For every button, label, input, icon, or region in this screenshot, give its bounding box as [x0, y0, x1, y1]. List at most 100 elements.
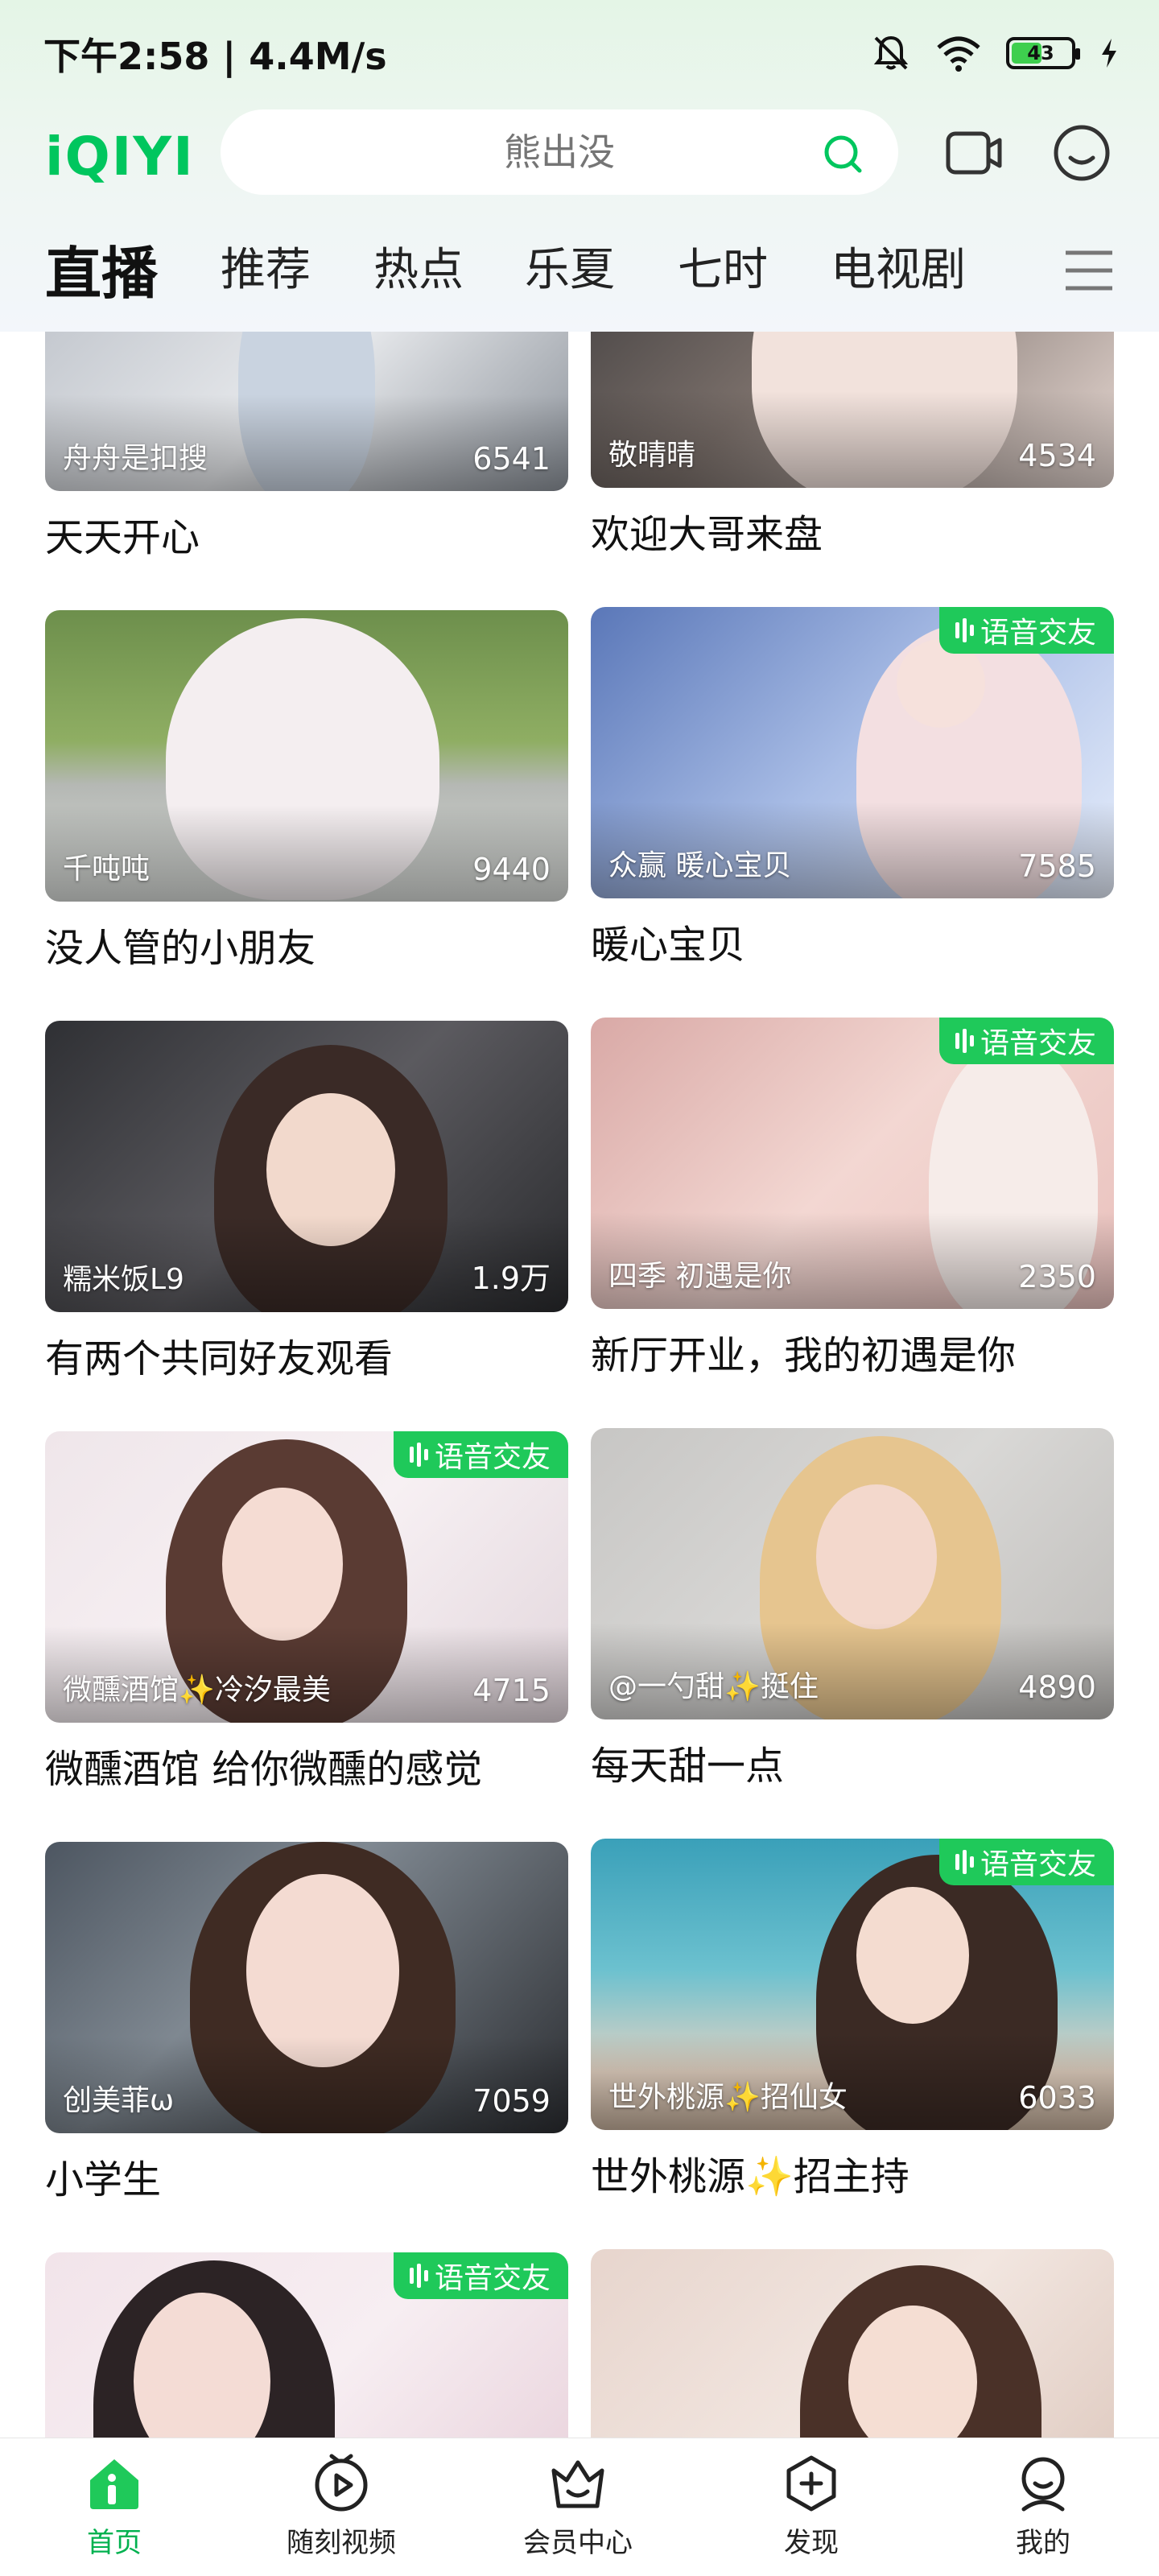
- streamer-name: 微醺酒馆✨冷汐最美: [63, 1674, 331, 1707]
- stream-card[interactable]: [591, 2249, 1114, 2438]
- profile-icon: [1021, 2457, 1065, 2512]
- viewer-count: 7059: [472, 2083, 551, 2119]
- stream-thumbnail: @一勺甜✨挺住 4890: [591, 1428, 1114, 1719]
- viewer-count: 6033: [1018, 2080, 1096, 2116]
- streamer-name: @一勺甜✨挺住: [608, 1670, 819, 1703]
- streamer-name: 四季 初遇是你: [608, 1260, 792, 1293]
- voice-chat-badge: 语音交友: [393, 2252, 568, 2299]
- app-header: iQIYI: [0, 105, 1159, 201]
- tab-live[interactable]: 直播: [45, 229, 158, 310]
- stream-card[interactable]: 语音交友: [45, 2252, 568, 2438]
- stream-card[interactable]: 敬晴晴 4534 欢迎大哥来盘: [591, 332, 1114, 559]
- nav-label: 随刻视频: [287, 2527, 396, 2559]
- viewer-count: 4715: [472, 1673, 551, 1708]
- plus-hexagon-icon: [786, 2455, 836, 2512]
- category-tabs: 直播 推荐 热点 乐夏 七时 电视剧: [0, 233, 1159, 314]
- streamer-name: 世外桃源✨招仙女: [608, 2081, 848, 2114]
- sound-wave-icon: [409, 2264, 428, 2288]
- viewer-count: 4890: [1018, 1670, 1096, 1705]
- streamer-name: 众赢 暖心宝贝: [608, 849, 792, 882]
- voice-chat-label: 语音交友: [434, 2262, 551, 2295]
- stream-title: 暖心宝贝: [591, 923, 746, 968]
- nav-label: 首页: [87, 2527, 142, 2559]
- sound-wave-icon: [955, 618, 974, 642]
- stream-title: 世外桃源✨招主持: [591, 2154, 909, 2199]
- viewer-count: 2350: [1018, 1259, 1096, 1294]
- stream-card[interactable]: 创美菲ω 7059 小学生: [45, 1842, 568, 2204]
- nav-discover[interactable]: 发现: [731, 2453, 892, 2560]
- stream-thumbnail: 糯米饭L9 1.9万: [45, 1021, 568, 1312]
- voice-chat-label: 语音交友: [980, 617, 1096, 650]
- streamer-name: 敬晴晴: [608, 439, 696, 472]
- battery-level: 43: [1027, 42, 1054, 64]
- nav-profile[interactable]: 我的: [963, 2453, 1124, 2560]
- nav-home[interactable]: 首页: [34, 2453, 195, 2560]
- stream-thumbnail: [591, 2249, 1114, 2438]
- nav-label: 我的: [1016, 2527, 1070, 2559]
- voice-chat-badge: 语音交友: [938, 1839, 1114, 1885]
- menu-icon[interactable]: [1064, 248, 1114, 293]
- live-stream-feed: 舟舟是扣搜 6541 天天开心 敬晴晴 4534 欢迎大哥来盘 千吨吨 9440…: [0, 332, 1159, 2438]
- stream-thumbnail: 语音交友: [45, 2252, 568, 2438]
- tab-hot[interactable]: 热点: [373, 233, 464, 299]
- bottom-navigation: 首页 随刻视频 会员中心 发现 我的: [0, 2438, 1159, 2576]
- stream-thumbnail: 敬晴晴 4534: [591, 332, 1114, 488]
- streamer-name: 糯米饭L9: [63, 1263, 184, 1296]
- streamer-name: 舟舟是扣搜: [63, 442, 208, 475]
- play-circle-icon: [315, 2454, 368, 2512]
- iqiyi-logo[interactable]: iQIYI: [45, 126, 195, 188]
- stream-thumbnail: 语音交友 众赢 暖心宝贝 7585: [591, 607, 1114, 898]
- crown-icon: [551, 2460, 604, 2508]
- mute-bell-icon: [873, 35, 909, 70]
- search-bar[interactable]: [221, 109, 898, 195]
- stream-card[interactable]: 糯米饭L9 1.9万 有两个共同好友观看: [45, 1021, 568, 1383]
- stream-card[interactable]: 语音交友 世外桃源✨招仙女 6033 世外桃源✨招主持: [591, 1839, 1114, 2201]
- nav-vip[interactable]: 会员中心: [497, 2453, 658, 2560]
- voice-chat-badge: 语音交友: [938, 1018, 1114, 1064]
- stream-card[interactable]: 舟舟是扣搜 6541 天天开心: [45, 332, 568, 562]
- tab-seven[interactable]: 七时: [678, 233, 768, 299]
- charging-icon: [1102, 39, 1116, 68]
- user-avatar-icon[interactable]: [1051, 122, 1112, 184]
- status-icons: 43: [871, 31, 1119, 76]
- stream-title: 天天开心: [45, 515, 200, 560]
- stream-title: 欢迎大哥来盘: [591, 512, 823, 557]
- nav-video[interactable]: 随刻视频: [261, 2453, 422, 2560]
- nav-label: 发现: [784, 2527, 839, 2559]
- viewer-count: 7585: [1018, 848, 1096, 884]
- voice-chat-label: 语音交友: [980, 1027, 1096, 1060]
- sound-wave-icon: [955, 1029, 974, 1053]
- stream-title: 没人管的小朋友: [45, 926, 316, 971]
- wifi-icon: [937, 36, 980, 72]
- status-time: 下午2:58 | 4.4M/s: [43, 35, 387, 78]
- stream-thumbnail: 千吨吨 9440: [45, 610, 568, 902]
- stream-thumbnail: 舟舟是扣搜 6541: [45, 332, 568, 491]
- battery-icon: 43: [1006, 37, 1080, 69]
- voice-chat-badge: 语音交友: [393, 1431, 568, 1478]
- stream-thumbnail: 语音交友 世外桃源✨招仙女 6033: [591, 1839, 1114, 2130]
- status-bar: 下午2:58 | 4.4M/s 43: [0, 0, 1159, 105]
- stream-card[interactable]: 语音交友 四季 初遇是你 2350 新厅开业，我的初遇是你: [591, 1018, 1114, 1380]
- streamer-name: 创美菲ω: [63, 2084, 175, 2117]
- tab-tv-series[interactable]: 电视剧: [831, 233, 966, 299]
- viewer-count: 1.9万: [471, 1261, 551, 1296]
- stream-card[interactable]: 语音交友 众赢 暖心宝贝 7585 暖心宝贝: [591, 607, 1114, 969]
- search-input[interactable]: [221, 109, 898, 195]
- stream-title: 新厅开业，我的初遇是你: [591, 1333, 1017, 1378]
- stream-card[interactable]: @一勺甜✨挺住 4890 每天甜一点: [591, 1428, 1114, 1790]
- top-header-area: 下午2:58 | 4.4M/s 43 iQIYI 熊出没 直播 推荐 热点 乐夏…: [0, 0, 1159, 332]
- stream-card[interactable]: 语音交友 微醺酒馆✨冷汐最美 4715 微醺酒馆 给你微醺的感觉: [45, 1431, 568, 1794]
- tab-music-summer[interactable]: 乐夏: [525, 233, 615, 299]
- nav-label: 会员中心: [523, 2527, 633, 2559]
- stream-thumbnail: 语音交友 微醺酒馆✨冷汐最美 4715: [45, 1431, 568, 1723]
- sound-wave-icon: [955, 1850, 974, 1874]
- video-record-icon[interactable]: [943, 122, 1004, 184]
- stream-thumbnail: 语音交友 四季 初遇是你 2350: [591, 1018, 1114, 1309]
- home-icon: [90, 2459, 138, 2509]
- search-icon[interactable]: [821, 132, 864, 175]
- streamer-name: 千吨吨: [63, 852, 151, 886]
- stream-card[interactable]: 千吨吨 9440 没人管的小朋友: [45, 610, 568, 972]
- stream-title: 有两个共同好友观看: [45, 1336, 394, 1381]
- tab-recommend[interactable]: 推荐: [221, 233, 311, 299]
- voice-chat-label: 语音交友: [980, 1848, 1096, 1881]
